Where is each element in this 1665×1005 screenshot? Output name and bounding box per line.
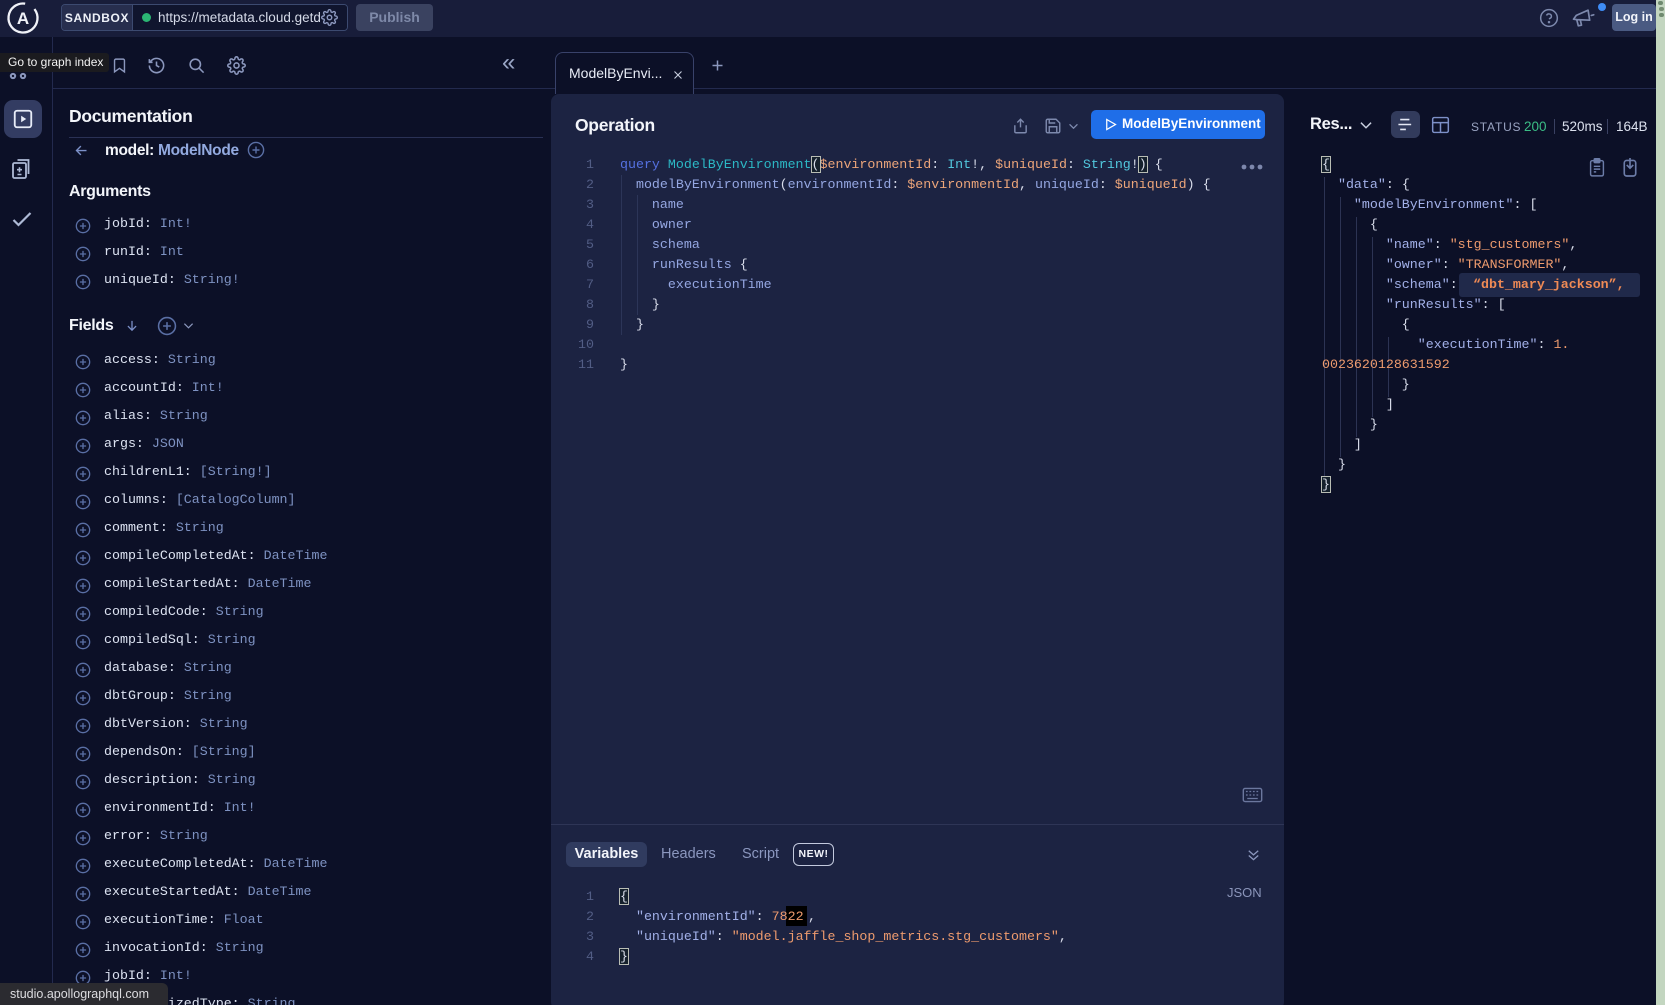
svg-text:A: A [17,9,29,28]
